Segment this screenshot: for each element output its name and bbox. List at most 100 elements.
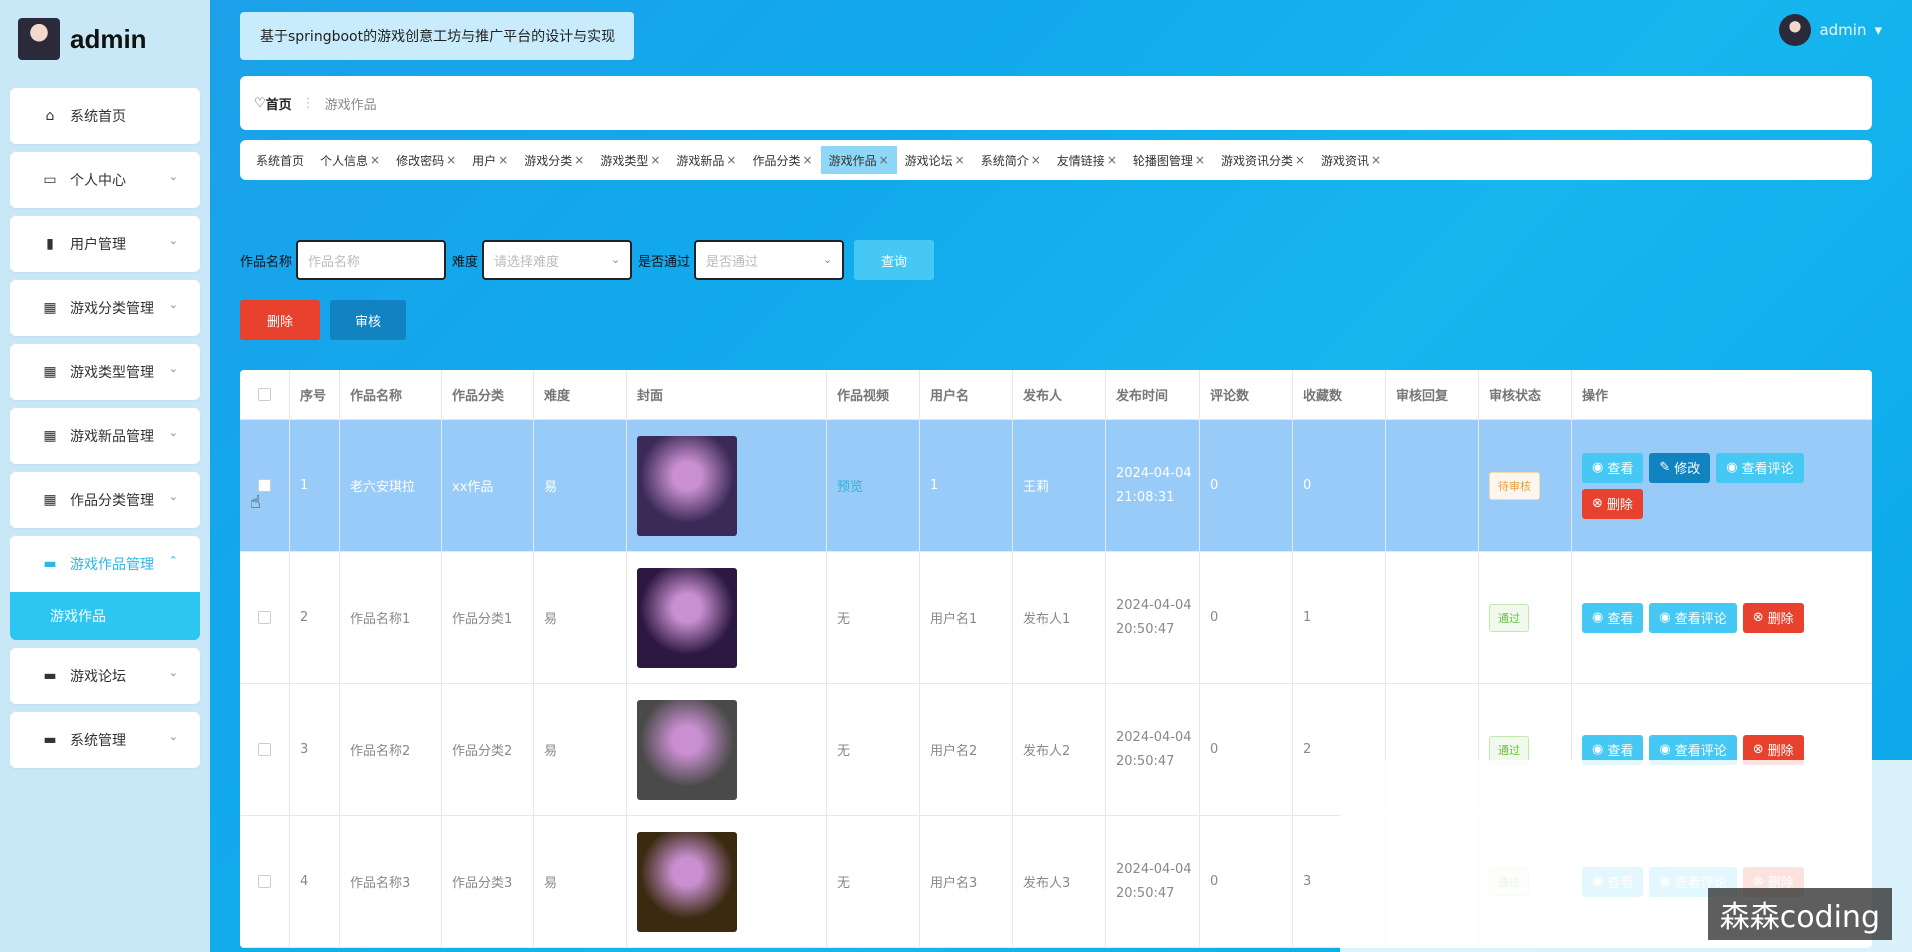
- cover-cell: [627, 684, 827, 815]
- tab-8[interactable]: 游戏作品 ×: [820, 146, 897, 174]
- user-menu[interactable]: admin ▾: [1779, 14, 1882, 46]
- difficulty-label: 难度: [452, 254, 479, 270]
- avatar: [18, 18, 60, 60]
- close-icon[interactable]: ×: [1295, 153, 1305, 167]
- tab-5[interactable]: 游戏类型 ×: [592, 146, 668, 174]
- tab-6[interactable]: 游戏新品 ×: [668, 146, 744, 174]
- tab-7[interactable]: 作品分类 ×: [744, 146, 820, 174]
- sidebar-item-label: 个人中心: [70, 173, 126, 189]
- button-label: 修改: [1674, 462, 1701, 477]
- column-header: 发布时间: [1106, 370, 1200, 419]
- tab-9[interactable]: 游戏论坛 ×: [897, 146, 973, 174]
- close-icon[interactable]: ×: [498, 153, 508, 167]
- passed-label: 是否通过: [638, 254, 691, 270]
- sidebar-item-work-category[interactable]: ▦ 作品分类管理 ⌄: [10, 472, 200, 528]
- close-icon[interactable]: ×: [574, 153, 584, 167]
- tab-3[interactable]: 用户 ×: [464, 146, 516, 174]
- name-label: 作品名称: [240, 254, 293, 270]
- sidebar-item-system[interactable]: ▬ 系统管理 ⌄: [10, 712, 200, 768]
- table-cell: 易: [534, 420, 627, 551]
- row-checkbox[interactable]: [258, 743, 271, 756]
- eye-icon: ◉: [1659, 610, 1671, 625]
- del-button[interactable]: ⊗删除: [1582, 488, 1643, 519]
- sidebar-item-users[interactable]: ▮ 用户管理 ⌄: [10, 216, 200, 272]
- sidebar-item-game-works[interactable]: ▬ 游戏作品管理 ⌃: [10, 536, 200, 592]
- batch-delete-button[interactable]: 删除: [240, 300, 320, 340]
- column-header: 作品分类: [442, 370, 534, 419]
- del-button[interactable]: ⊗删除: [1742, 602, 1804, 633]
- button-label: 删除: [1767, 612, 1794, 627]
- close-icon[interactable]: ×: [1107, 153, 1117, 167]
- table-cell: 作品名称3: [340, 816, 442, 947]
- select-all-cell[interactable]: [240, 370, 290, 419]
- passed-select[interactable]: 是否通过 ⌄: [694, 240, 845, 280]
- name-input[interactable]: 作品名称: [296, 240, 447, 280]
- close-icon[interactable]: ×: [879, 153, 889, 167]
- select-cell[interactable]: [240, 684, 290, 815]
- cover-image[interactable]: [637, 699, 737, 800]
- avatar: [1779, 14, 1812, 46]
- tab-13[interactable]: 游戏资讯分类 ×: [1213, 146, 1313, 174]
- tab-2[interactable]: 修改密码 ×: [388, 146, 464, 174]
- query-button[interactable]: 查询: [854, 240, 935, 280]
- close-icon[interactable]: ×: [955, 153, 965, 167]
- select-cell[interactable]: [240, 420, 290, 551]
- sidebar-item-label: 系统管理: [70, 733, 126, 749]
- video-preview-link[interactable]: 预览: [837, 476, 863, 495]
- audit-button[interactable]: 审核: [330, 300, 406, 340]
- search-form: 作品名称 作品名称 难度 请选择难度 ⌄ 是否通过 是否通过 ⌄ 查询: [240, 240, 935, 280]
- tab-14[interactable]: 游戏资讯 ×: [1313, 146, 1389, 174]
- close-icon[interactable]: ×: [650, 153, 660, 167]
- cmt-button[interactable]: ◉查看评论: [1716, 452, 1804, 483]
- tab-label: 个人信息: [320, 153, 369, 168]
- close-icon[interactable]: ×: [1031, 153, 1041, 167]
- caret-down-icon: ▾: [1874, 21, 1882, 39]
- status-cell: 待审核: [1479, 420, 1572, 551]
- close-icon[interactable]: ×: [1371, 153, 1381, 167]
- close-icon[interactable]: ×: [446, 153, 456, 167]
- video-cell: 预览: [827, 420, 920, 551]
- tab-label: 游戏资讯: [1321, 153, 1370, 168]
- sidebar-item-profile[interactable]: ▭ 个人中心 ⌄: [10, 152, 200, 208]
- table-cell: 4: [290, 816, 340, 947]
- tab-4[interactable]: 游戏分类 ×: [516, 146, 592, 174]
- sidebar-item-home[interactable]: ⌂ 系统首页: [10, 88, 200, 144]
- sidebar-item-forum[interactable]: ▬ 游戏论坛 ⌄: [10, 648, 200, 704]
- button-label: 查看: [1607, 744, 1634, 759]
- select-cell[interactable]: [240, 816, 290, 947]
- column-header: 用户名: [920, 370, 1013, 419]
- tab-1[interactable]: 个人信息 ×: [312, 146, 388, 174]
- sidebar-item-game-type[interactable]: ▦ 游戏类型管理 ⌄: [10, 344, 200, 400]
- table-cell: 3: [290, 684, 340, 815]
- view-button[interactable]: ◉查看: [1582, 602, 1644, 633]
- edit-button[interactable]: ✎ 修改: [1649, 452, 1711, 483]
- row-checkbox[interactable]: [258, 479, 271, 492]
- tab-label: 系统简介: [980, 153, 1029, 168]
- sidebar-subitem-game-works[interactable]: 游戏作品: [10, 592, 200, 640]
- cover-image[interactable]: [637, 567, 737, 668]
- tab-10[interactable]: 系统简介 ×: [973, 146, 1049, 174]
- cover-image[interactable]: [637, 831, 737, 932]
- chevron-down-icon: ⌄: [168, 298, 178, 311]
- cover-image[interactable]: [637, 435, 737, 536]
- row-checkbox[interactable]: [258, 875, 271, 888]
- close-icon[interactable]: ×: [803, 153, 813, 167]
- brand: admin: [18, 18, 147, 60]
- close-icon[interactable]: ×: [726, 153, 736, 167]
- cmt-button[interactable]: ◉查看评论: [1649, 602, 1737, 633]
- tab-11[interactable]: 友情链接 ×: [1049, 146, 1125, 174]
- breadcrumb-home[interactable]: 首页: [266, 94, 292, 113]
- sidebar-item-game-category[interactable]: ▦ 游戏分类管理 ⌄: [10, 280, 200, 336]
- breadcrumb-separator: ⋮: [301, 95, 315, 111]
- close-icon[interactable]: ×: [1195, 153, 1205, 167]
- tab-0[interactable]: 系统首页: [248, 146, 312, 174]
- tab-12[interactable]: 轮播图管理 ×: [1125, 146, 1213, 174]
- select-cell[interactable]: [240, 552, 290, 683]
- status-badge: 待审核: [1489, 471, 1540, 500]
- select-all-checkbox[interactable]: [258, 388, 271, 401]
- view-button[interactable]: ◉查看: [1582, 452, 1644, 483]
- row-checkbox[interactable]: [258, 611, 271, 624]
- difficulty-select[interactable]: 请选择难度 ⌄: [482, 240, 633, 280]
- close-icon[interactable]: ×: [370, 153, 380, 167]
- sidebar-item-game-new[interactable]: ▦ 游戏新品管理 ⌄: [10, 408, 200, 464]
